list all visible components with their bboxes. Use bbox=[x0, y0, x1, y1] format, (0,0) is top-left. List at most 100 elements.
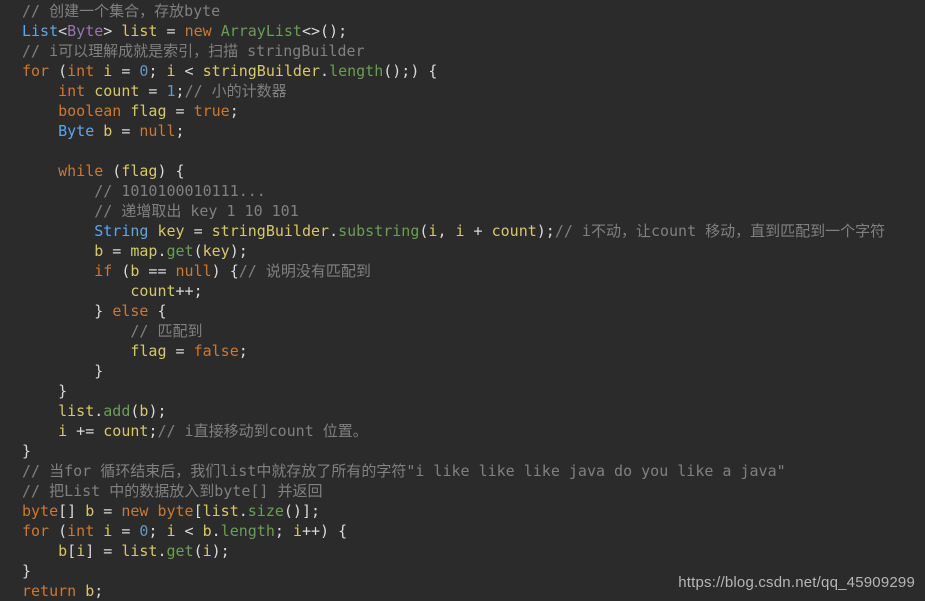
code-token-generic: Byte bbox=[67, 22, 104, 40]
code-token-punct: ( bbox=[112, 262, 131, 280]
code-token-method: size bbox=[247, 502, 284, 520]
code-token-punct: { bbox=[148, 302, 167, 320]
code-line[interactable]: // 把List 中的数据放入到byte[] 并返回 bbox=[0, 481, 925, 501]
code-line[interactable]: } bbox=[0, 361, 925, 381]
code-token-ident: key bbox=[202, 242, 230, 260]
code-line[interactable]: // 匹配到 bbox=[0, 321, 925, 341]
code-token-keyword: null bbox=[175, 262, 212, 280]
code-token-punct: [ bbox=[193, 502, 203, 520]
code-token-punct: . bbox=[157, 242, 167, 260]
code-line[interactable]: byte[] b = new byte[list.size()]; bbox=[0, 501, 925, 521]
code-token-keyword: while bbox=[58, 162, 104, 180]
code-token-ident: b bbox=[94, 242, 104, 260]
code-token-comment: // 创建一个集合，存放byte bbox=[22, 2, 221, 20]
code-token-op: += bbox=[67, 422, 104, 440]
code-token-punct: . bbox=[320, 62, 330, 80]
code-token-punct: ; bbox=[193, 282, 203, 300]
code-token-ident: b bbox=[58, 542, 68, 560]
code-token-punct: ( bbox=[193, 242, 203, 260]
code-line[interactable]: // 递增取出 key 1 10 101 bbox=[0, 201, 925, 221]
code-line[interactable]: Byte b = null; bbox=[0, 121, 925, 141]
code-line[interactable]: count++; bbox=[0, 281, 925, 301]
code-line[interactable]: } bbox=[0, 441, 925, 461]
code-token-punct: ( bbox=[49, 62, 68, 80]
code-token-ident: i bbox=[103, 62, 113, 80]
code-token-op: = bbox=[112, 122, 140, 140]
code-token-punct: ()]; bbox=[283, 502, 321, 520]
code-line[interactable]: } bbox=[0, 381, 925, 401]
code-line[interactable]: b[i] = list.get(i); bbox=[0, 541, 925, 561]
code-line[interactable]: b = map.get(key); bbox=[0, 241, 925, 261]
code-line[interactable]: // 创建一个集合，存放byte bbox=[0, 1, 925, 21]
code-token-punct: ); bbox=[536, 222, 555, 240]
code-token-punct: . bbox=[238, 502, 248, 520]
code-line[interactable]: // 1010100010111... bbox=[0, 181, 925, 201]
code-token-keyword: byte bbox=[157, 502, 194, 520]
code-token-method: length bbox=[329, 62, 384, 80]
code-token-op: = bbox=[94, 542, 122, 560]
code-token-op: == bbox=[139, 262, 176, 280]
code-token-comment: // 小的计数器 bbox=[184, 82, 287, 100]
code-token-ident: b bbox=[85, 582, 95, 600]
code-token-ident: map bbox=[130, 242, 158, 260]
code-token-op: = bbox=[166, 342, 194, 360]
code-line[interactable]: for (int i = 0; i < b.length; i++) { bbox=[0, 521, 925, 541]
code-token-punct: ; bbox=[94, 582, 104, 600]
code-token-punct: ; bbox=[175, 82, 185, 100]
code-token-punct: } bbox=[22, 442, 32, 460]
code-line[interactable]: boolean flag = true; bbox=[0, 101, 925, 121]
code-line[interactable]: // i可以理解成就是索引，扫描 stringBuilder bbox=[0, 41, 925, 61]
code-token-keyword: new bbox=[184, 22, 212, 40]
code-token-method: get bbox=[166, 242, 194, 260]
code-token-op: < bbox=[175, 522, 203, 540]
code-token-ident: list bbox=[121, 542, 158, 560]
code-token-punct: > bbox=[103, 22, 122, 40]
code-token-comment: // 当for 循环结束后，我们list中就存放了所有的字符"i like li… bbox=[22, 462, 786, 480]
code-line[interactable]: String key = stringBuilder.substring(i, … bbox=[0, 221, 925, 241]
code-line[interactable]: for (int i = 0; i < stringBuilder.length… bbox=[0, 61, 925, 81]
code-line[interactable]: list.add(b); bbox=[0, 401, 925, 421]
code-token-op: < bbox=[175, 62, 203, 80]
code-token-keyword: return bbox=[22, 582, 77, 600]
code-line[interactable]: while (flag) { bbox=[0, 161, 925, 181]
code-token-punct: < bbox=[58, 22, 68, 40]
code-token-op: = bbox=[184, 222, 212, 240]
code-token-type: List bbox=[22, 22, 59, 40]
code-token-op: + bbox=[464, 222, 492, 240]
code-line[interactable]: } else { bbox=[0, 301, 925, 321]
code-line[interactable]: // 当for 循环结束后，我们list中就存放了所有的字符"i like li… bbox=[0, 461, 925, 481]
code-token-punct: ; bbox=[229, 102, 239, 120]
code-token-method: length bbox=[220, 522, 275, 540]
code-token-ident: i bbox=[76, 542, 86, 560]
watermark-url: https://blog.csdn.net/qq_45909299 bbox=[678, 574, 915, 591]
code-token-punct: <>(); bbox=[301, 22, 348, 40]
code-editor-content[interactable]: // 创建一个集合，存放byte List<Byte> list = new Ar… bbox=[0, 0, 925, 601]
code-line[interactable]: List<Byte> list = new ArrayList<>(); bbox=[0, 21, 925, 41]
code-token-comment: // 说明没有匹配到 bbox=[238, 262, 371, 280]
code-token-punct: . bbox=[211, 522, 221, 540]
code-line[interactable] bbox=[0, 141, 925, 161]
code-line[interactable]: i += count;// i直接移动到count 位置。 bbox=[0, 421, 925, 441]
code-token-punct: . bbox=[94, 402, 104, 420]
code-line[interactable]: flag = false; bbox=[0, 341, 925, 361]
code-token-op: = bbox=[112, 62, 140, 80]
code-token-ident: i bbox=[103, 522, 113, 540]
code-token-keyword: for bbox=[22, 522, 50, 540]
code-token-op: ++ bbox=[301, 522, 321, 540]
code-line[interactable]: if (b == null) {// 说明没有匹配到 bbox=[0, 261, 925, 281]
code-token-op: = bbox=[166, 102, 194, 120]
code-token-ident: b bbox=[85, 502, 95, 520]
code-token-punct: ; bbox=[274, 522, 293, 540]
code-line[interactable]: int count = 1;// 小的计数器 bbox=[0, 81, 925, 101]
code-token-keyword: int bbox=[58, 82, 86, 100]
code-token-ident: i bbox=[166, 62, 176, 80]
